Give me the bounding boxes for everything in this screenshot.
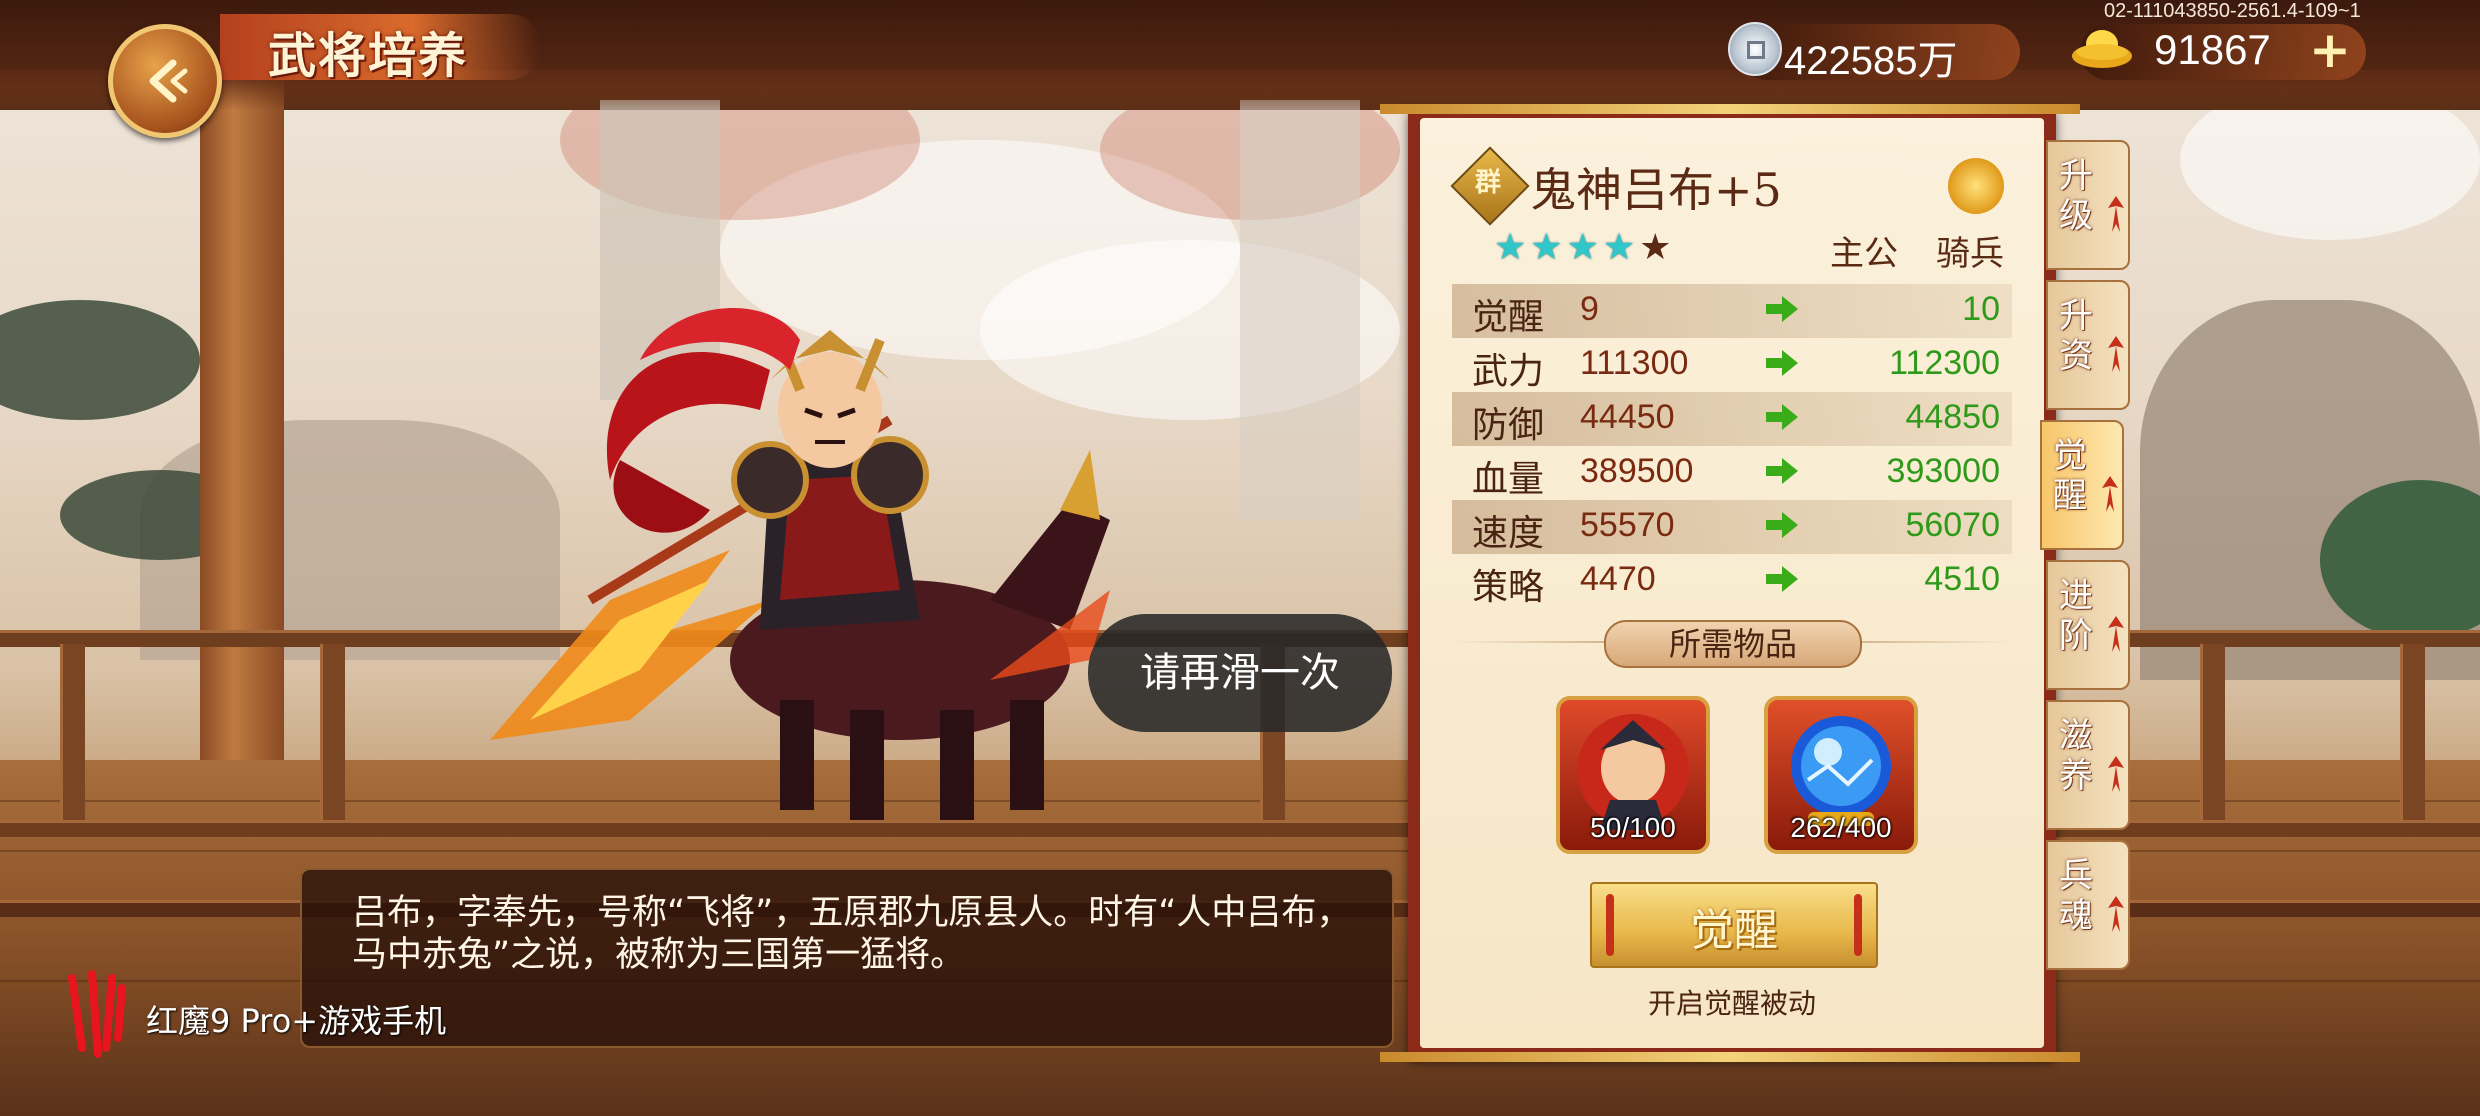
ribbon-knot-icon (2108, 756, 2124, 792)
awaken-hint: 开启觉醒被动 (1647, 987, 1816, 1020)
star-icon: ★ (1602, 227, 1636, 268)
stat-next-value: 44850 (1905, 398, 2000, 436)
ribbon-knot-icon (2108, 616, 2124, 652)
side-tab[interactable]: 兵魂 (2046, 840, 2130, 970)
side-tab-label: 滋养 (2059, 716, 2093, 796)
star-icon: ★ (1566, 227, 1599, 268)
awaken-button-label: 觉醒 (1690, 905, 1778, 956)
arrow-right-icon (1766, 566, 1798, 592)
stat-next-value: 56070 (1905, 506, 2000, 544)
silver-amount: 422585万 (1784, 39, 1958, 83)
back-button[interactable] (108, 24, 222, 138)
stat-table: 觉醒 9 10 武力 111300 112300 防御 44450 44850 血量 389500 3… (1452, 284, 2012, 608)
ribbon-knot-icon (2102, 476, 2118, 512)
ribbon-knot-icon (2108, 336, 2124, 372)
red-magic-logo-icon (68, 970, 126, 1058)
build-id: 02-111043850-2561.4-109~1 (2104, 0, 2361, 22)
stat-label: 觉醒 (1472, 297, 1545, 338)
item-slot-hero-shard[interactable]: 50/100 (1556, 696, 1710, 854)
side-tab[interactable]: 升资 (2046, 280, 2130, 410)
page-title: 武将培养 (268, 28, 469, 84)
arrow-right-icon (1766, 296, 1798, 322)
tag-cavalry: 骑兵 (1936, 234, 2004, 274)
stat-current-value: 55570 (1580, 506, 1675, 544)
item-count-hero-shard: 50/100 (1590, 812, 1676, 843)
gold-ingot-icon (2072, 30, 2132, 68)
arrow-right-icon (1766, 512, 1798, 538)
stat-label: 速度 (1472, 513, 1545, 554)
stat-current-value: 9 (1580, 290, 1599, 328)
stat-next-value: 4510 (1924, 560, 2000, 598)
faction-badge-label: 群 (1474, 168, 1501, 198)
side-tab[interactable]: 滋养 (2046, 700, 2130, 830)
stat-label: 血量 (1472, 459, 1545, 500)
item-slot-blue-orb[interactable]: 262/400 (1764, 696, 1918, 854)
brand-watermark: 红魔9 Pro+游戏手机 (146, 1002, 447, 1040)
swipe-again-toast: 请再滑一次 (1088, 614, 1392, 732)
awaken-button[interactable]: 觉醒 (1590, 882, 1878, 968)
arrow-right-icon (1766, 404, 1798, 430)
side-tab[interactable]: 升级 (2046, 140, 2130, 270)
ribbon-knot-icon (2108, 896, 2124, 932)
star-icon: ★ (1530, 227, 1563, 268)
side-tab-label: 升资 (2059, 296, 2093, 376)
side-tab-label: 觉醒 (2053, 436, 2087, 516)
stat-current-value: 4470 (1580, 560, 1656, 598)
hero-name: 鬼神吕布+5 (1530, 163, 1782, 217)
stat-row: 血量 389500 393000 (1452, 446, 2012, 500)
stat-current-value: 111300 (1580, 344, 1689, 382)
stat-label: 防御 (1472, 405, 1545, 446)
star-rating: ★ ★ ★ ★ ★ (1494, 228, 1671, 268)
stat-row: 觉醒 9 10 (1452, 284, 2012, 338)
gold-amount: 91867 (2154, 26, 2271, 73)
stat-row: 策略 4470 4510 (1452, 554, 2012, 608)
arrow-right-icon (1766, 350, 1798, 376)
stat-row: 防御 44450 44850 (1452, 392, 2012, 446)
panel-bottom-trim (1380, 1052, 2080, 1062)
stat-current-value: 389500 (1580, 452, 1694, 490)
stat-label: 策略 (1472, 567, 1545, 608)
stat-current-value: 44450 (1580, 398, 1675, 436)
required-items-header: 所需物品 (1604, 620, 1862, 668)
side-tab[interactable]: 觉醒 (2040, 420, 2124, 550)
star-icon: ★ (1494, 227, 1527, 268)
side-tab-label: 进阶 (2059, 576, 2093, 656)
item-count-blue-orb: 262/400 (1790, 812, 1892, 843)
cavalry-class-icon[interactable] (1948, 158, 2004, 214)
hero-portrait (490, 307, 1110, 820)
arrow-right-icon (1766, 458, 1798, 484)
side-tab-label: 兵魂 (2059, 856, 2093, 936)
side-tab-label: 升级 (2059, 156, 2093, 236)
stat-row: 武力 111300 112300 (1452, 338, 2012, 392)
side-tab[interactable]: 进阶 (2046, 560, 2130, 690)
tag-lord: 主公 (1830, 234, 1898, 274)
stat-row: 速度 55570 56070 (1452, 500, 2012, 554)
stat-next-value: 393000 (1886, 452, 2000, 490)
stat-next-value: 10 (1962, 290, 2000, 328)
back-arrow-icon (149, 59, 188, 103)
required-items-label: 所需物品 (1668, 625, 1797, 663)
ribbon-knot-icon (2108, 196, 2124, 232)
hero-bio-box: 吕布，字奉先，号称“飞将”，五原郡九原县人。时有“人中吕布，马中赤兔”之说，被称… (300, 868, 1394, 1048)
hero-bio-text: 吕布，字奉先，号称“飞将”，五原郡九原县人。时有“人中吕布，马中赤兔”之说，被称… (352, 893, 1352, 975)
panel-top-trim (1380, 104, 2080, 114)
silver-coin-icon (1728, 22, 1782, 76)
stat-next-value: 112300 (1889, 344, 2000, 382)
star-icon: ★ (1639, 227, 1672, 268)
add-gold-button[interactable]: + (2306, 25, 2354, 75)
stat-label: 武力 (1472, 351, 1545, 392)
